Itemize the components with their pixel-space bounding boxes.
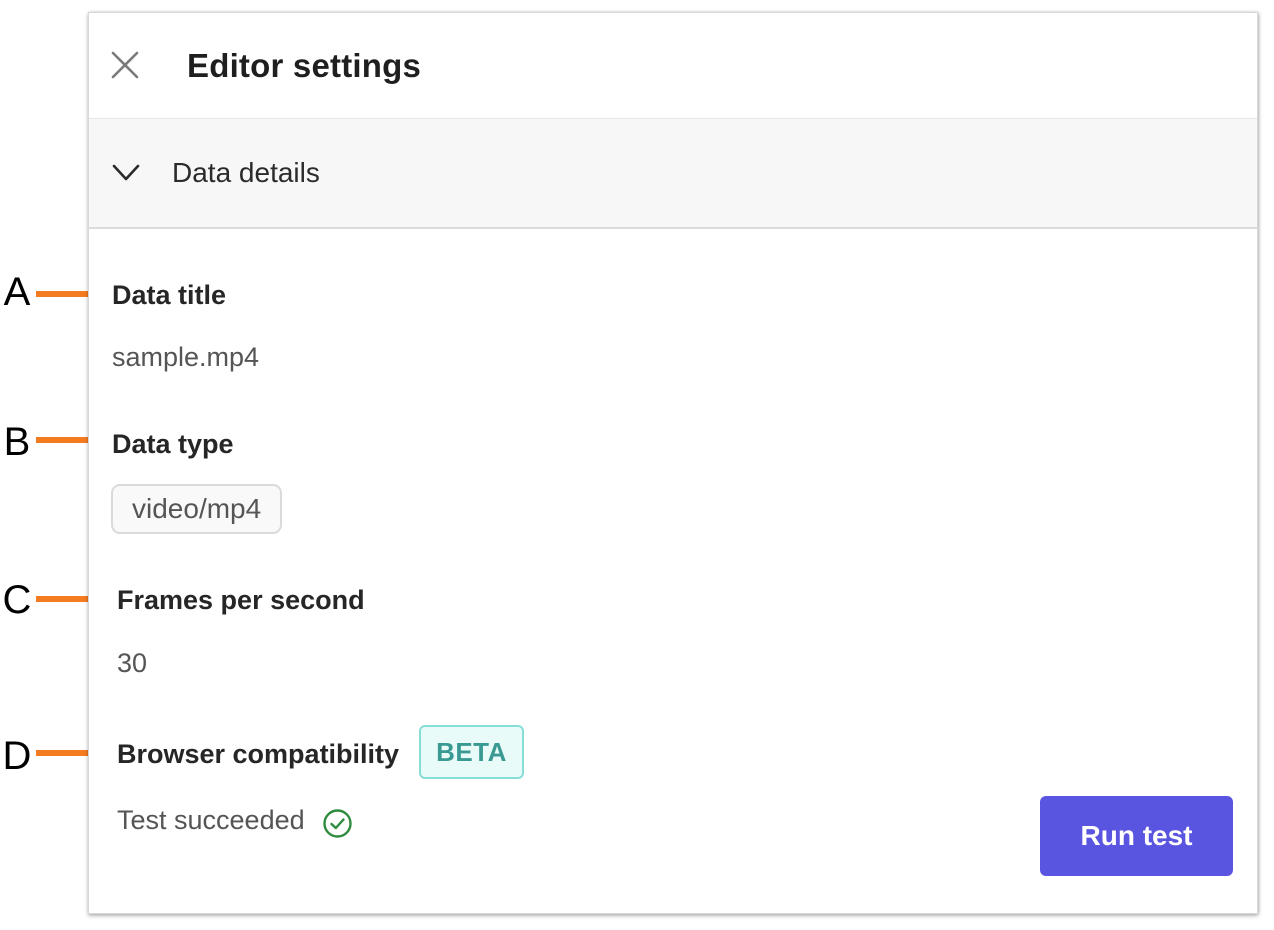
screenshot-stage: A B C D Editor settings Data details Dat… xyxy=(0,0,1274,930)
browser-compatibility-label: Browser compatibility xyxy=(117,739,400,769)
data-details-toggle[interactable]: Data details xyxy=(89,119,1257,229)
test-status-text: Test succeeded xyxy=(117,805,305,835)
data-title-label: Data title xyxy=(112,280,227,310)
close-icon xyxy=(111,51,139,79)
run-test-button[interactable]: Run test xyxy=(1040,796,1233,876)
panel-header: Editor settings xyxy=(89,13,1257,119)
chevron-down-icon xyxy=(112,164,140,181)
data-title-value: sample.mp4 xyxy=(112,342,260,372)
fps-label: Frames per second xyxy=(117,585,365,615)
data-type-tag: video/mp4 xyxy=(111,484,283,534)
data-type-label: Data type xyxy=(112,429,234,459)
check-circle-icon xyxy=(323,809,352,838)
panel-title: Editor settings xyxy=(187,47,422,84)
callout-letter-b: B xyxy=(3,420,31,464)
callout-letter-a: A xyxy=(3,270,31,314)
close-button[interactable] xyxy=(103,43,147,87)
callout-letter-c: C xyxy=(2,578,32,622)
callout-letter-d: D xyxy=(2,734,32,778)
section-label: Data details xyxy=(172,157,320,188)
editor-settings-panel: Editor settings Data details Data title … xyxy=(88,12,1258,914)
beta-badge: BETA xyxy=(419,725,524,779)
fps-value: 30 xyxy=(117,648,148,678)
